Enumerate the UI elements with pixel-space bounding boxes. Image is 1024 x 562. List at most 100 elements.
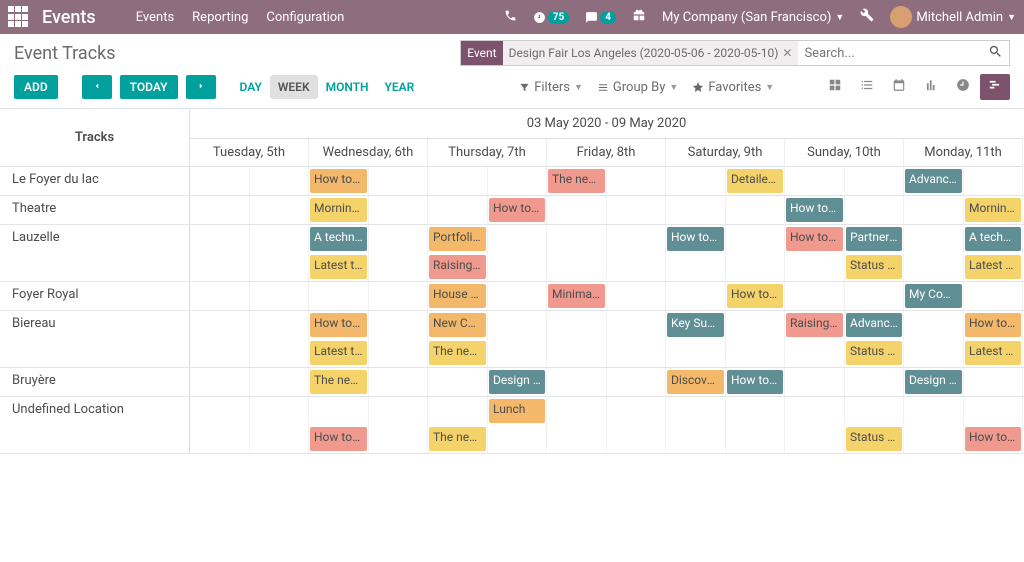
gantt-cell[interactable]: How to d… [785, 196, 904, 224]
gantt-pill[interactable]: The new … [548, 169, 605, 193]
gantt-cell[interactable]: A technic… [904, 225, 1023, 253]
gantt-pill[interactable]: The new … [310, 370, 367, 394]
favorites-button[interactable]: Favorites▼ [692, 80, 774, 95]
gantt-pill[interactable]: Portfolio … [429, 227, 486, 251]
add-button[interactable]: ADD [14, 75, 58, 99]
gantt-cell[interactable]: Discover …How to i… [666, 368, 785, 396]
gantt-cell[interactable] [190, 397, 309, 425]
gantt-pill[interactable]: Detailed r… [727, 169, 783, 193]
gantt-cell[interactable]: The new … [428, 339, 547, 367]
period-week[interactable]: WEEK [270, 75, 318, 99]
gantt-pill[interactable]: Advanced… [905, 169, 962, 193]
gantt-pill[interactable]: Raising q… [786, 313, 843, 337]
gantt-pill[interactable]: How to c… [667, 227, 724, 251]
gantt-cell[interactable]: Status & … [785, 425, 904, 453]
gantt-cell[interactable] [547, 425, 666, 453]
gantt-cell[interactable] [785, 397, 904, 425]
gantt-cell[interactable] [666, 339, 785, 367]
filters-button[interactable]: Filters▼ [519, 80, 583, 95]
gantt-cell[interactable] [547, 225, 666, 253]
apps-icon[interactable] [8, 6, 30, 28]
gantt-pill[interactable]: Minimal b… [548, 284, 605, 308]
nav-reporting[interactable]: Reporting [192, 10, 248, 25]
gantt-cell[interactable] [190, 196, 309, 224]
gantt-pill[interactable]: The new … [429, 427, 486, 451]
gantt-pill[interactable]: How to o… [727, 284, 783, 308]
gantt-pill[interactable]: How to i… [727, 370, 783, 394]
gantt-cell[interactable] [309, 397, 428, 425]
gantt-cell[interactable] [190, 425, 309, 453]
gantt-pill[interactable]: My Comp… [905, 284, 962, 308]
gantt-cell[interactable]: How to d… [904, 425, 1023, 453]
gantt-pill[interactable]: Morning … [310, 198, 367, 222]
gantt-cell[interactable]: Lunch [428, 397, 547, 425]
gantt-pill[interactable]: Morning … [965, 198, 1021, 222]
prev-button[interactable] [82, 75, 112, 99]
gantt-cell[interactable] [547, 196, 666, 224]
gantt-cell[interactable]: A technic… [309, 225, 428, 253]
company-selector[interactable]: My Company (San Francisco) ▼ [662, 10, 844, 25]
chat-indicator[interactable]: 4 [585, 11, 616, 24]
gantt-cell[interactable]: How to fo…Partnersh… [785, 225, 904, 253]
search-input[interactable] [798, 41, 982, 65]
groupby-button[interactable]: Group By▼ [597, 80, 678, 95]
gantt-cell[interactable]: Raising q…Advanced… [785, 311, 904, 339]
gantt-pill[interactable]: How to b… [310, 313, 367, 337]
view-gantt[interactable] [980, 74, 1010, 100]
gantt-pill[interactable]: Design co… [489, 370, 545, 394]
gantt-pill[interactable]: How to d… [965, 427, 1021, 451]
gantt-cell[interactable]: Design co… [428, 368, 547, 396]
gantt-cell[interactable]: How to d… [428, 196, 547, 224]
gantt-cell[interactable] [428, 167, 547, 195]
messages-indicator[interactable]: 75 [533, 11, 569, 24]
gantt-cell[interactable] [190, 339, 309, 367]
gantt-pill[interactable]: Latest tre… [310, 341, 367, 365]
gantt-cell[interactable] [666, 253, 785, 281]
gantt-cell[interactable] [190, 253, 309, 281]
view-graph[interactable] [916, 74, 946, 100]
gantt-cell[interactable]: The new … [428, 425, 547, 453]
period-day[interactable]: DAY [232, 75, 270, 99]
gantt-pill[interactable]: The new … [429, 341, 486, 365]
view-activity[interactable] [948, 74, 978, 100]
gantt-pill[interactable]: Partnersh… [846, 227, 902, 251]
gantt-pill[interactable]: Design co… [905, 370, 962, 394]
phone-icon[interactable] [504, 9, 517, 26]
gift-icon[interactable] [632, 8, 646, 26]
gantt-pill[interactable]: A technic… [965, 227, 1021, 251]
gantt-cell[interactable]: How to in… [309, 167, 428, 195]
gantt-pill[interactable]: Status & … [846, 341, 902, 365]
gantt-pill[interactable]: How to in… [310, 169, 367, 193]
gantt-cell[interactable] [547, 311, 666, 339]
gantt-cell[interactable] [190, 311, 309, 339]
gantt-cell[interactable] [190, 167, 309, 195]
gantt-pill[interactable]: How to d… [786, 198, 843, 222]
period-month[interactable]: MONTH [318, 75, 377, 99]
search-icon[interactable] [982, 44, 1009, 63]
search-bar[interactable]: Event Design Fair Los Angeles (2020-05-0… [460, 40, 1010, 66]
gantt-pill[interactable]: Status & … [846, 427, 902, 451]
gantt-pill[interactable]: Key Succ… [667, 313, 724, 337]
gantt-pill[interactable]: Latest tre… [310, 255, 367, 279]
gantt-pill[interactable]: Latest tre… [965, 255, 1021, 279]
gantt-pill[interactable]: Status & … [846, 255, 902, 279]
gantt-cell[interactable]: Morning … [904, 196, 1023, 224]
gantt-cell[interactable]: Raising q… [428, 253, 547, 281]
gantt-cell[interactable] [785, 282, 904, 310]
gantt-cell[interactable]: How to c… [666, 225, 785, 253]
view-calendar[interactable] [884, 74, 914, 100]
gantt-cell[interactable] [547, 397, 666, 425]
view-kanban[interactable] [820, 74, 850, 100]
gantt-cell[interactable] [190, 282, 309, 310]
gantt-pill[interactable]: How to fo… [786, 227, 843, 251]
gantt-cell[interactable]: Status & … [785, 339, 904, 367]
gantt-pill[interactable]: How to b… [965, 313, 1021, 337]
today-button[interactable]: TODAY [120, 75, 178, 99]
gantt-cell[interactable] [785, 167, 904, 195]
nav-configuration[interactable]: Configuration [266, 10, 344, 25]
gantt-cell[interactable] [666, 196, 785, 224]
gantt-cell[interactable]: New Certi… [428, 311, 547, 339]
gantt-cell[interactable] [190, 368, 309, 396]
gantt-pill[interactable]: Advanced… [846, 313, 902, 337]
settings-icon[interactable] [860, 8, 874, 26]
